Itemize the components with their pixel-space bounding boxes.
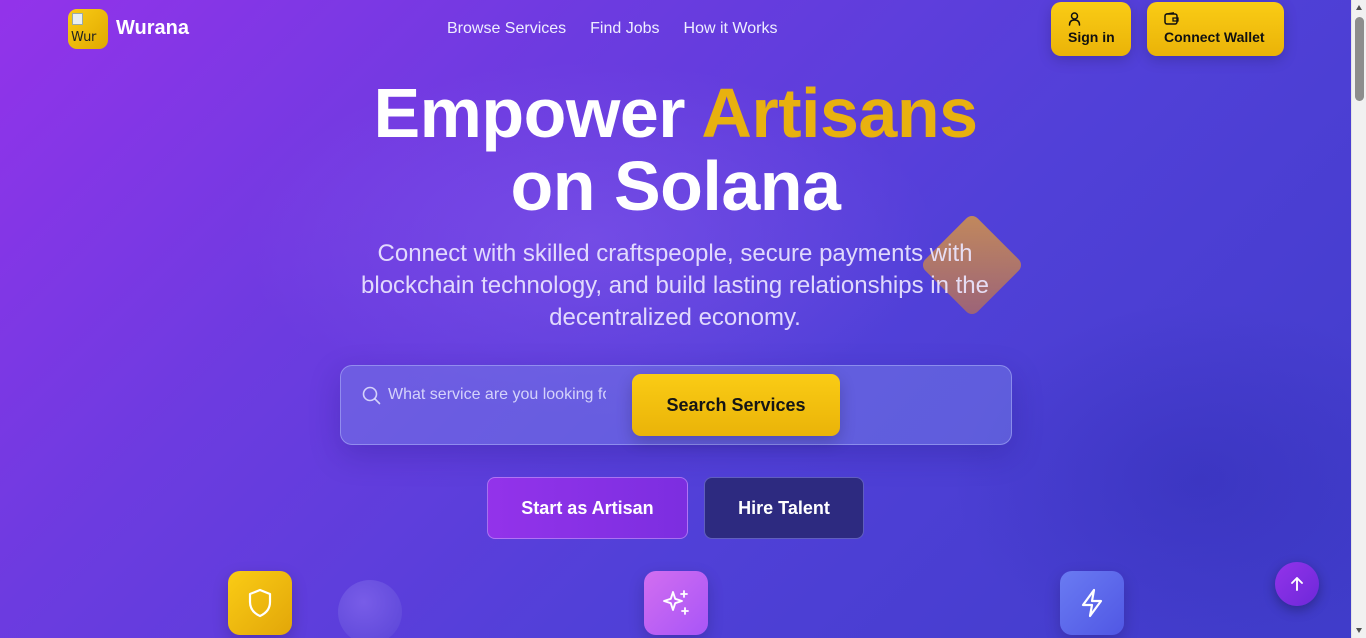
page-scrollbar[interactable] (1351, 0, 1366, 638)
sign-in-label: Sign in (1068, 29, 1115, 45)
sparkles-icon (663, 590, 689, 615)
search-icon (362, 386, 381, 405)
search-services-button[interactable]: Search Services (632, 374, 840, 436)
brand-name[interactable]: Wurana (116, 17, 189, 40)
hire-talent-button[interactable]: Hire Talent (704, 477, 864, 539)
scroll-down-icon[interactable] (1356, 628, 1362, 633)
logo[interactable]: Wur (68, 9, 108, 49)
broken-image-icon (72, 13, 83, 25)
feature-sparkles (644, 571, 708, 635)
arrow-up-icon (1291, 577, 1303, 591)
wallet-icon (1164, 12, 1179, 25)
page: Wur Wurana Browse Services Find Jobs How… (0, 0, 1351, 638)
user-icon (1068, 12, 1081, 26)
hero-title-accent: Artisans (701, 74, 978, 152)
scroll-up-icon[interactable] (1356, 5, 1362, 10)
start-as-artisan-button[interactable]: Start as Artisan (487, 477, 688, 539)
decorative-orb (338, 580, 402, 638)
shield-icon (248, 588, 272, 618)
search-input[interactable] (388, 382, 606, 408)
lightning-icon (1081, 588, 1103, 618)
nav-how-it-works[interactable]: How it Works (684, 20, 778, 38)
feature-shield (228, 571, 292, 635)
logo-alt-text: Wur (71, 30, 97, 45)
feature-lightning (1060, 571, 1124, 635)
hero-title-line2: on Solana (510, 147, 841, 225)
nav-find-jobs[interactable]: Find Jobs (590, 20, 659, 38)
connect-wallet-button[interactable]: Connect Wallet (1147, 2, 1284, 56)
main-nav: Browse Services Find Jobs How it Works (447, 20, 777, 38)
hero-subtitle: Connect with skilled craftspeople, secur… (361, 240, 989, 331)
hero-title-part1: Empower (373, 74, 686, 152)
sign-in-button[interactable]: Sign in (1051, 2, 1131, 56)
search-bar: Search Services (340, 365, 1012, 445)
hero-title-line1: Empower Artisans (0, 77, 1351, 149)
nav-browse-services[interactable]: Browse Services (447, 20, 566, 38)
scrollbar-thumb[interactable] (1355, 17, 1364, 101)
connect-wallet-label: Connect Wallet (1164, 29, 1265, 45)
back-to-top-button[interactable] (1275, 562, 1319, 606)
